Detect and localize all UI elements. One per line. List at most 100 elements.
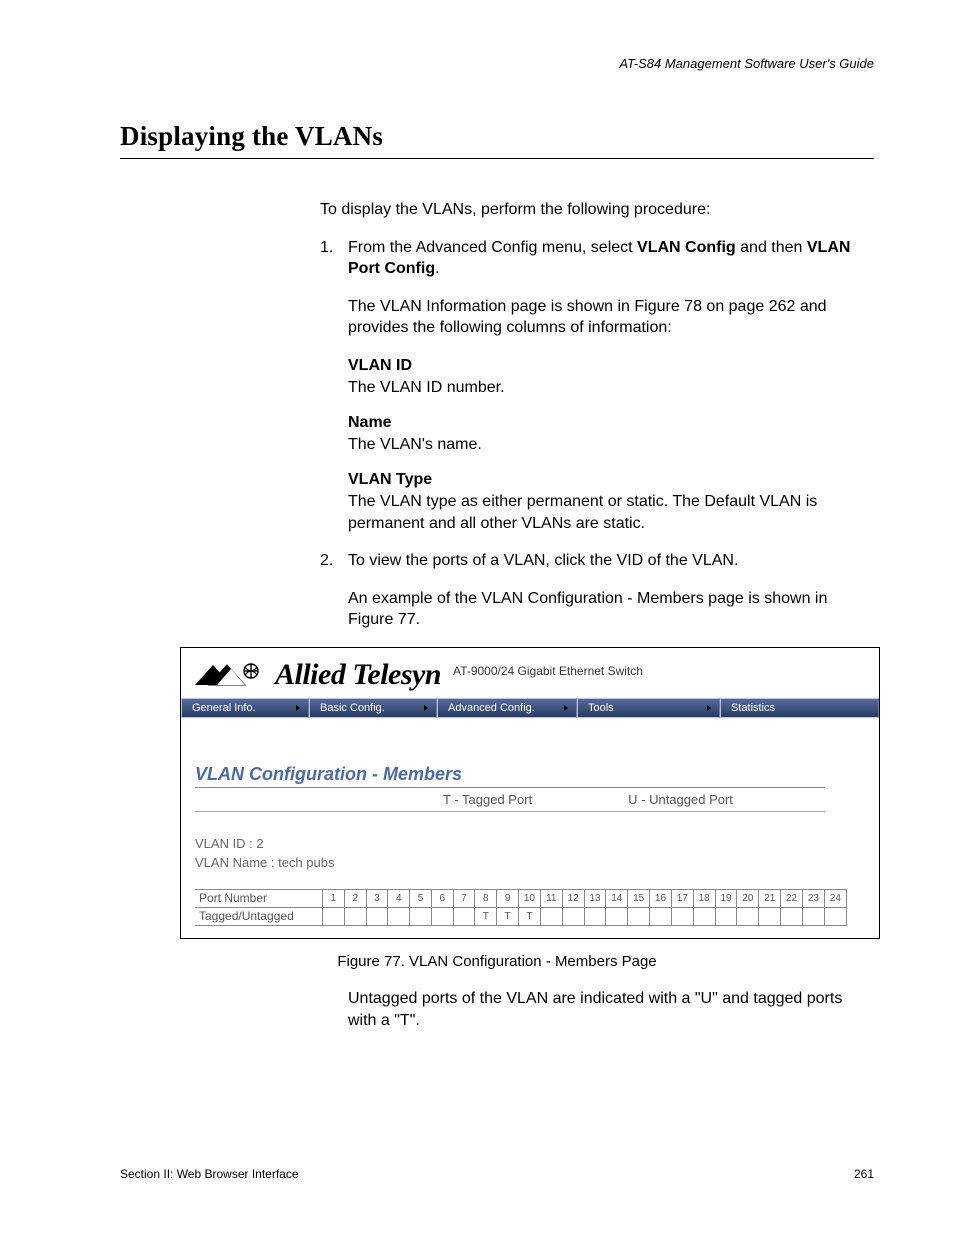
- figure-caption: Figure 77. VLAN Configuration - Members …: [120, 953, 874, 970]
- table-row: Tagged/Untagged T T T: [195, 907, 847, 925]
- page-header-guide: AT-S84 Management Software User's Guide: [120, 56, 874, 71]
- menu-basic-config[interactable]: Basic Config.: [309, 698, 437, 718]
- port-cell: 12: [562, 889, 584, 907]
- model-text: AT-9000/24 Gigabit Ethernet Switch: [453, 664, 643, 678]
- menu-label: General Info.: [192, 702, 256, 714]
- port-cell: 15: [628, 889, 650, 907]
- intro-text: To display the VLANs, perform the follow…: [320, 199, 874, 221]
- tag-cell: [824, 907, 846, 925]
- tag-cell: [584, 907, 606, 925]
- port-cell: 10: [519, 889, 541, 907]
- brand-logo: Allied Telesyn AT-9000/24 Gigabit Ethern…: [195, 658, 643, 692]
- port-cell: 16: [650, 889, 672, 907]
- port-cell: 1: [323, 889, 345, 907]
- def-term-name: Name: [348, 412, 874, 434]
- port-cell: 2: [344, 889, 366, 907]
- port-table: Port Number 1 2 3 4 5 6 7 8 9 10 11 12 1…: [195, 889, 847, 926]
- def-desc-vlanid: The VLAN ID number.: [348, 377, 874, 399]
- tag-cell: T: [497, 907, 519, 925]
- section-title: Displaying the VLANs: [120, 121, 874, 159]
- port-cell: 23: [802, 889, 824, 907]
- port-cell: 17: [671, 889, 693, 907]
- tag-cell: [410, 907, 432, 925]
- row-label-port-number: Port Number: [195, 889, 323, 907]
- menu-statistics[interactable]: Statistics: [720, 698, 879, 718]
- logo-mark-icon: [195, 663, 269, 687]
- port-cell: 13: [584, 889, 606, 907]
- step-2-text: To view the ports of a VLAN, click the V…: [348, 550, 874, 572]
- menu-general-info[interactable]: General Info.: [181, 698, 309, 718]
- def-desc-name: The VLAN's name.: [348, 434, 874, 456]
- brand-text: Allied Telesyn: [275, 658, 441, 692]
- tag-cell: [693, 907, 715, 925]
- menu-label: Statistics: [731, 702, 775, 714]
- chevron-right-icon: [707, 705, 711, 711]
- port-cell: 14: [606, 889, 628, 907]
- tag-cell: [715, 907, 737, 925]
- vlan-id-value: VLAN ID : 2: [195, 834, 865, 854]
- footer-page-number: 261: [854, 1167, 874, 1181]
- tag-cell: [388, 907, 410, 925]
- step-number-2: 2.: [320, 550, 333, 572]
- tag-cell: [366, 907, 388, 925]
- tag-cell: [606, 907, 628, 925]
- menu-tools[interactable]: Tools: [577, 698, 720, 718]
- vlan-meta: VLAN ID : 2 VLAN Name : tech pubs: [195, 834, 865, 873]
- figure-77: Allied Telesyn AT-9000/24 Gigabit Ethern…: [180, 647, 874, 939]
- tag-cell: [802, 907, 824, 925]
- tag-cell: T: [475, 907, 497, 925]
- chevron-right-icon: [424, 705, 428, 711]
- app-frame: Allied Telesyn AT-9000/24 Gigabit Ethern…: [180, 647, 880, 939]
- tag-cell: [737, 907, 759, 925]
- port-cell: 22: [781, 889, 803, 907]
- app-body: VLAN Configuration - Members T - Tagged …: [181, 718, 879, 938]
- tag-cell: [323, 907, 345, 925]
- footer-section: Section II: Web Browser Interface: [120, 1167, 299, 1181]
- port-cell: 4: [388, 889, 410, 907]
- menu-label: Advanced Config.: [448, 702, 535, 714]
- legend-tagged: T - Tagged Port: [443, 792, 532, 807]
- tag-cell: [781, 907, 803, 925]
- port-cell: 3: [366, 889, 388, 907]
- port-cell: 9: [497, 889, 519, 907]
- tag-cell: [628, 907, 650, 925]
- step-1-follow: The VLAN Information page is shown in Fi…: [348, 296, 874, 339]
- row-label-tagged: Tagged/Untagged: [195, 907, 323, 925]
- step-1-text: From the Advanced Config menu, select VL…: [348, 237, 874, 280]
- port-cell: 8: [475, 889, 497, 907]
- port-cell: 5: [410, 889, 432, 907]
- tag-cell: [562, 907, 584, 925]
- chevron-right-icon: [564, 705, 568, 711]
- after-figure-text: Untagged ports of the VLAN are indicated…: [348, 988, 874, 1031]
- port-cell: 7: [453, 889, 475, 907]
- tag-cell: [431, 907, 453, 925]
- tag-cell: [453, 907, 475, 925]
- port-cell: 19: [715, 889, 737, 907]
- tag-cell: [671, 907, 693, 925]
- page-footer: Section II: Web Browser Interface 261: [120, 1167, 874, 1181]
- def-desc-vlantype: The VLAN type as either permanent or sta…: [348, 491, 874, 534]
- table-row: Port Number 1 2 3 4 5 6 7 8 9 10 11 12 1…: [195, 889, 847, 907]
- app-header: Allied Telesyn AT-9000/24 Gigabit Ethern…: [181, 648, 879, 698]
- tag-cell: [759, 907, 781, 925]
- port-cell: 11: [540, 889, 562, 907]
- menu-bar: General Info. Basic Config. Advanced Con…: [181, 698, 879, 718]
- step-2-follow: An example of the VLAN Configuration - M…: [348, 588, 874, 631]
- def-term-vlanid: VLAN ID: [348, 355, 874, 377]
- menu-label: Basic Config.: [320, 702, 385, 714]
- tag-cell: [540, 907, 562, 925]
- menu-label: Tools: [588, 702, 614, 714]
- vlan-name-value: VLAN Name : tech pubs: [195, 853, 865, 873]
- port-cell: 20: [737, 889, 759, 907]
- chevron-right-icon: [296, 705, 300, 711]
- tag-cell: [650, 907, 672, 925]
- legend-row: T - Tagged Port U - Untagged Port: [195, 790, 825, 812]
- vlan-config-members-title: VLAN Configuration - Members: [195, 764, 825, 788]
- def-term-vlantype: VLAN Type: [348, 469, 874, 491]
- menu-advanced-config[interactable]: Advanced Config.: [437, 698, 577, 718]
- port-cell: 6: [431, 889, 453, 907]
- legend-untagged: U - Untagged Port: [628, 792, 733, 807]
- port-cell: 21: [759, 889, 781, 907]
- port-cell: 18: [693, 889, 715, 907]
- step-number-1: 1.: [320, 237, 333, 259]
